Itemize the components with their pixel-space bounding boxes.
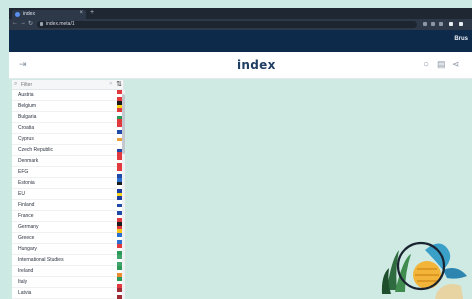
list-item[interactable]: International Studies bbox=[12, 255, 123, 266]
sort-icon[interactable]: ⇅ bbox=[116, 80, 122, 88]
browser-window: index × + ← → ↻ index.meta/1 Brus ⇥ inde… bbox=[9, 8, 472, 299]
site-navbar: Brus bbox=[9, 30, 472, 52]
list-item[interactable]: Finland bbox=[12, 200, 123, 211]
search-icon[interactable]: ○ bbox=[423, 59, 429, 70]
list-item[interactable]: EFG bbox=[12, 167, 123, 178]
lock-icon bbox=[40, 22, 43, 26]
list-item-label: Belgium bbox=[18, 103, 37, 109]
list-item-label: Latvia bbox=[18, 290, 32, 296]
country-list: Austria Belgium Bulgaria Croatia Cyprus Czech… bbox=[12, 90, 123, 299]
list-item[interactable]: Italy bbox=[12, 277, 123, 288]
list-item[interactable]: Germany bbox=[12, 222, 123, 233]
reload-icon[interactable]: ↻ bbox=[28, 20, 33, 27]
list-item[interactable]: EU bbox=[12, 189, 123, 200]
sidebar: ⌕ ✕ ⇅ Austria Belgium Bulgaria Croatia Cypru… bbox=[12, 80, 124, 299]
filter-input[interactable] bbox=[21, 81, 101, 88]
site-link[interactable]: Brus bbox=[454, 36, 468, 42]
list-item-label: France bbox=[18, 213, 34, 219]
back-icon[interactable]: ← bbox=[12, 20, 18, 26]
document-icon[interactable]: ▤ bbox=[437, 59, 446, 70]
list-item-label: Hungary bbox=[18, 246, 37, 252]
list-item-label: Bulgaria bbox=[18, 114, 37, 120]
share-icon[interactable]: ⋖ bbox=[452, 59, 460, 70]
list-item[interactable]: Austria bbox=[12, 90, 123, 101]
list-item-label: Italy bbox=[18, 279, 28, 285]
list-item[interactable]: Greece bbox=[12, 233, 123, 244]
list-item-label: Ireland bbox=[18, 268, 34, 274]
list-item[interactable]: Croatia bbox=[12, 123, 123, 134]
list-item-label: Cyprus bbox=[18, 136, 34, 142]
list-item-label: Finland bbox=[18, 202, 35, 208]
favicon-icon bbox=[15, 12, 20, 17]
decorative-illustration bbox=[381, 241, 467, 299]
close-tab-icon[interactable]: × bbox=[79, 10, 83, 16]
list-item-label: EFG bbox=[18, 169, 29, 175]
list-item[interactable]: France bbox=[12, 211, 123, 222]
new-tab-button[interactable]: + bbox=[90, 9, 94, 16]
list-item-label: Germany bbox=[18, 224, 39, 230]
list-item[interactable]: Latvia bbox=[12, 288, 123, 299]
address-bar: ← → ↻ index.meta/1 bbox=[9, 19, 472, 30]
url-text: index.meta/1 bbox=[46, 21, 75, 27]
list-item[interactable]: Bulgaria bbox=[12, 112, 123, 123]
profile-icon[interactable] bbox=[459, 22, 463, 26]
list-item[interactable]: Hungary bbox=[12, 244, 123, 255]
extension-icon[interactable] bbox=[423, 22, 427, 26]
list-item[interactable]: Denmark bbox=[12, 156, 123, 167]
app-header: ⇥ index ○ ▤ ⋖ bbox=[9, 52, 472, 79]
scrollbar[interactable] bbox=[122, 90, 125, 299]
list-item-label: International Studies bbox=[18, 257, 64, 263]
list-item[interactable]: Ireland bbox=[12, 266, 123, 277]
tab-title: index bbox=[23, 11, 35, 17]
list-item[interactable]: Czech Republic bbox=[12, 145, 123, 156]
sidebar-toggle-icon[interactable]: ⇥ bbox=[19, 59, 27, 70]
list-item-label: Estonia bbox=[18, 180, 35, 186]
list-item[interactable]: Belgium bbox=[12, 101, 123, 112]
list-item-label: Denmark bbox=[18, 158, 39, 164]
extension-icon[interactable] bbox=[439, 22, 443, 26]
list-item[interactable]: Estonia bbox=[12, 178, 123, 189]
forward-icon[interactable]: → bbox=[20, 20, 26, 26]
app-logo: index bbox=[237, 58, 276, 72]
list-item-label: EU bbox=[18, 191, 25, 197]
url-field[interactable]: index.meta/1 bbox=[37, 21, 417, 28]
extension-icon[interactable] bbox=[431, 22, 435, 26]
list-item[interactable]: Cyprus bbox=[12, 134, 123, 145]
list-item-label: Austria bbox=[18, 92, 34, 98]
browser-tab[interactable]: index × bbox=[12, 10, 86, 19]
tab-bar: index × + bbox=[9, 8, 472, 19]
list-item-label: Czech Republic bbox=[18, 147, 54, 153]
search-icon: ⌕ bbox=[14, 81, 18, 87]
filter-bar: ⌕ ✕ ⇅ bbox=[12, 80, 123, 90]
list-item-label: Greece bbox=[18, 235, 35, 241]
clear-icon[interactable]: ✕ bbox=[109, 81, 113, 87]
list-item-label: Croatia bbox=[18, 125, 35, 131]
extension-icon[interactable] bbox=[449, 22, 453, 26]
scroll-thumb[interactable] bbox=[122, 94, 125, 154]
